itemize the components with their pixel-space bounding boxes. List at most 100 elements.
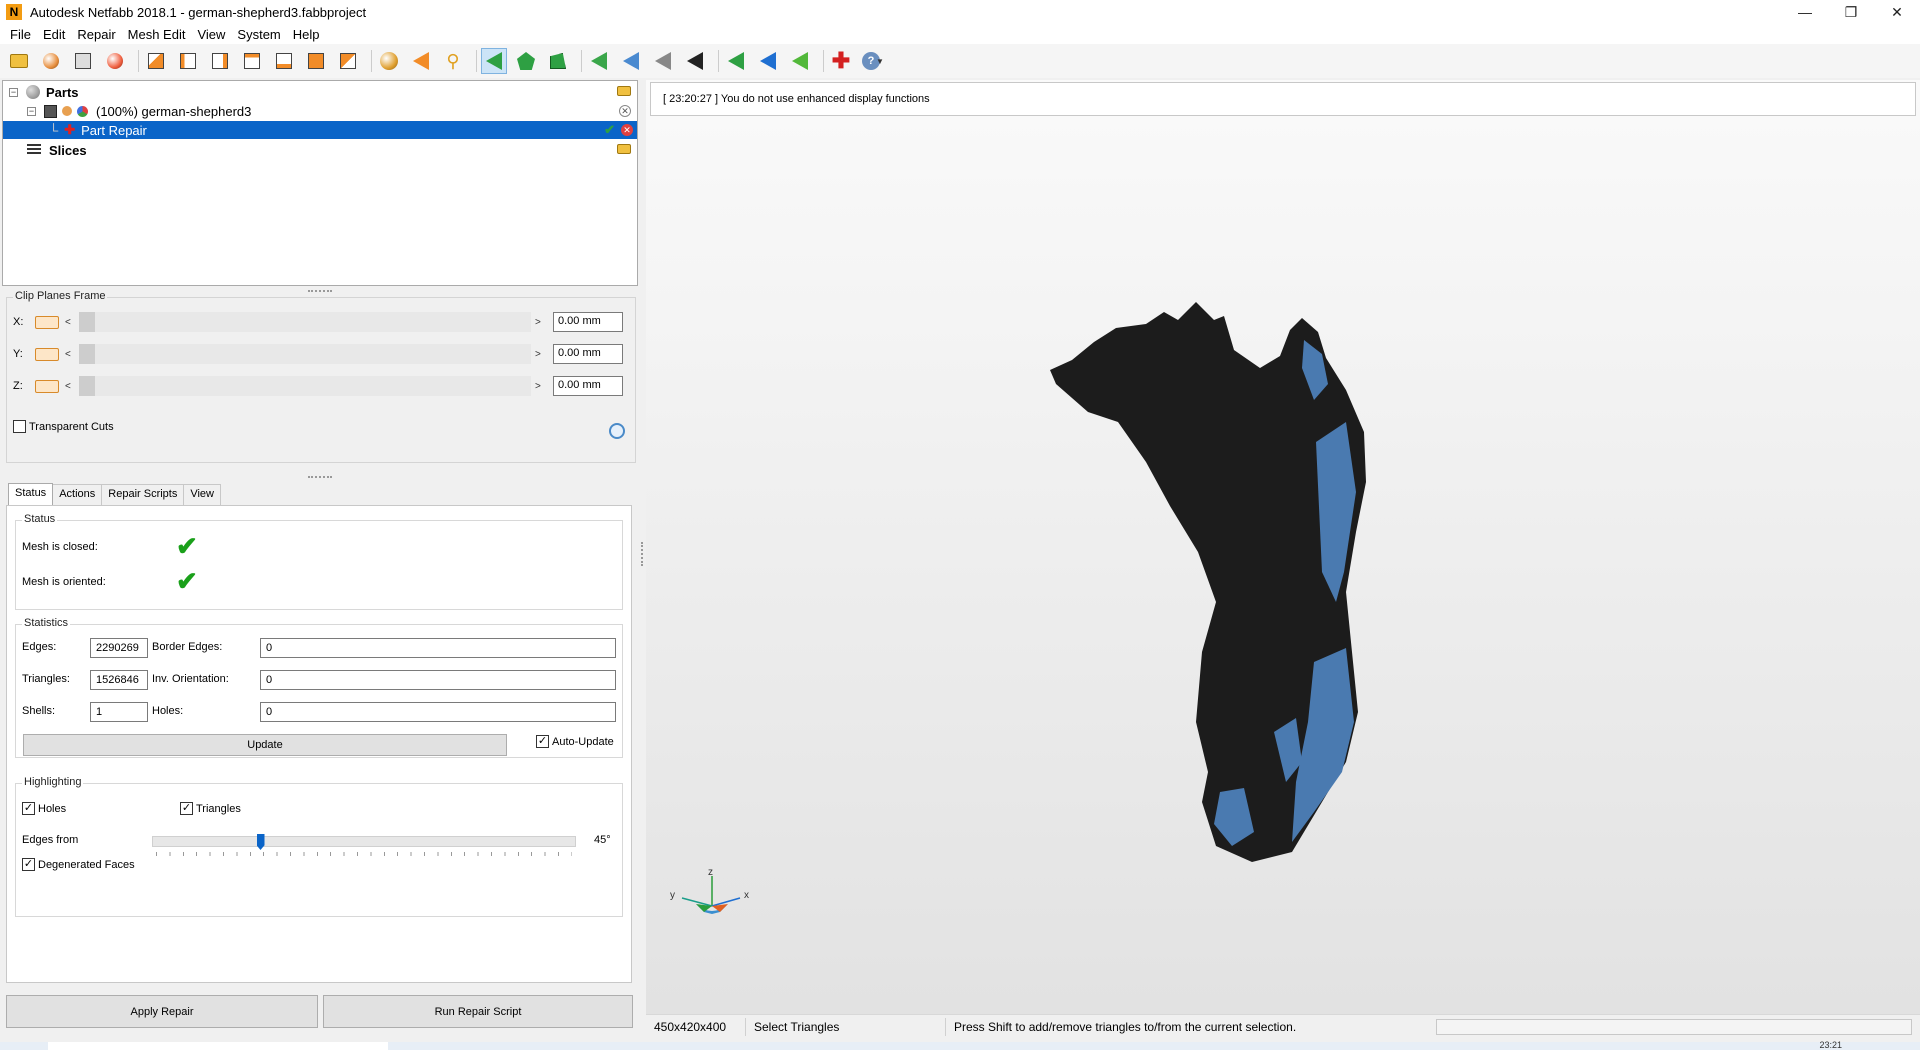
slider-thumb[interactable] [79,376,95,396]
menu-system[interactable]: System [231,27,286,42]
view-front-icon[interactable] [143,48,169,74]
clip-y-slider[interactable] [79,344,531,364]
triangles-label: Triangles: [22,673,70,685]
view-back-icon[interactable] [175,48,201,74]
highlight-holes-option[interactable]: ✓ Holes [22,802,66,815]
color-icon[interactable] [77,105,88,117]
transparent-cuts-option[interactable]: Transparent Cuts [13,420,114,433]
clip-y-toggle[interactable] [35,347,59,361]
new-repair-icon[interactable]: ✚ [828,48,854,74]
update-button[interactable]: Update [23,734,507,756]
slider-thumb[interactable] [79,344,95,364]
highlight-triangles-option[interactable]: ✓ Triangles [180,802,241,815]
clip-z-slider[interactable] [79,376,531,396]
add-part-icon[interactable] [38,48,64,74]
apply-repair-button[interactable]: Apply Repair [6,995,318,1028]
arrow-green-icon[interactable] [723,48,749,74]
shells-value: 1 [90,702,148,722]
visibility-icon[interactable] [62,106,72,116]
zoom-icon[interactable]: ⚲ [440,48,466,74]
border-edges-value: 0 [260,638,616,658]
tab-view[interactable]: View [183,484,221,506]
menu-help[interactable]: Help [287,27,326,42]
tab-actions[interactable]: Actions [52,484,103,506]
transparent-cuts-checkbox[interactable] [13,420,26,433]
triangle-green-icon[interactable] [586,48,612,74]
sphere-icon[interactable] [376,48,402,74]
clip-z-left-arrow[interactable]: < [65,381,75,392]
mesh-model[interactable] [1046,272,1466,862]
clip-y-right-arrow[interactable]: > [535,349,545,360]
highlight-holes-checkbox[interactable]: ✓ [22,802,35,815]
collapse-icon[interactable]: − [9,87,18,97]
menu-file[interactable]: File [4,27,37,42]
clip-x-left-arrow[interactable]: < [65,317,75,328]
view-right-icon[interactable] [239,48,265,74]
menu-repair[interactable]: Repair [71,27,121,42]
highlight-triangles-checkbox[interactable]: ✓ [180,802,193,815]
reset-clip-icon[interactable] [609,423,625,439]
view-left-icon[interactable] [207,48,233,74]
confirm-repair-icon[interactable]: ✔ [604,122,615,138]
minimize-button[interactable]: — [1782,0,1828,24]
taskbar-search[interactable] [48,1042,388,1050]
arrow-blue-icon[interactable] [755,48,781,74]
clip-z-toggle[interactable] [35,379,59,393]
main-toolbar: ⚲ ✚ ? ▼ [0,44,1920,78]
remove-part-icon[interactable]: ✕ [619,105,631,117]
transparent-cuts-label: Transparent Cuts [29,420,114,433]
clip-x-right-arrow[interactable]: > [535,317,545,328]
select-shell-icon[interactable] [545,48,571,74]
clip-x-toggle[interactable] [35,315,59,329]
splitter-handle[interactable] [2,474,638,480]
tree-parts-row[interactable]: − Parts [3,83,637,101]
clip-y-value[interactable]: 0.00 mm [553,344,623,364]
maximize-button[interactable]: ❐ [1828,0,1874,24]
tree-slices-row[interactable]: Slices [3,141,637,159]
tree-repair-row[interactable]: └ ✚ Part Repair ✔ ✕ [3,121,637,139]
close-button[interactable]: ✕ [1874,0,1920,24]
clip-x-value[interactable]: 0.00 mm [553,312,623,332]
slider-thumb[interactable] [79,312,95,332]
add-icon[interactable] [102,48,128,74]
auto-update-checkbox[interactable]: ✓ [536,735,549,748]
tab-repair-scripts[interactable]: Repair Scripts [101,484,185,506]
dimensions-readout: 450x420x400 [646,1017,746,1036]
arrow-green2-icon[interactable] [787,48,813,74]
triangle-black-icon[interactable] [682,48,708,74]
clip-x-slider[interactable] [79,312,531,332]
view-bottom-icon[interactable] [303,48,329,74]
parts-icon [26,85,40,99]
select-surface-icon[interactable] [513,48,539,74]
view-top-icon[interactable] [271,48,297,74]
menu-mesh-edit[interactable]: Mesh Edit [122,27,192,42]
select-triangles-icon[interactable] [481,48,507,74]
cancel-repair-icon[interactable]: ✕ [621,124,633,136]
repair-tabs: Status Actions Repair Scripts View [8,483,221,506]
create-icon[interactable] [70,48,96,74]
collapse-icon[interactable]: − [27,106,36,116]
menu-edit[interactable]: Edit [37,27,71,42]
view-iso-icon[interactable] [335,48,361,74]
clip-z-right-arrow[interactable]: > [535,381,545,392]
panel-splitter[interactable] [638,80,646,1028]
edges-from-slider[interactable] [152,834,576,850]
menu-view[interactable]: View [191,27,231,42]
open-folder-icon[interactable] [617,143,631,157]
open-project-icon[interactable] [6,48,32,74]
edges-from-label: Edges from [22,834,79,846]
triangle-blue-icon[interactable] [618,48,644,74]
clip-z-value[interactable]: 0.00 mm [553,376,623,396]
degenerated-faces-option[interactable]: ✓ Degenerated Faces [22,858,135,871]
3d-viewport[interactable]: [ 23:20:27 ] You do not use enhanced dis… [646,80,1920,1014]
tree-part-row[interactable]: − (100%) german-shepherd3 ✕ [3,102,637,120]
degenerated-faces-checkbox[interactable]: ✓ [22,858,35,871]
triangle-gray-icon[interactable] [650,48,676,74]
open-folder-icon[interactable] [617,85,631,99]
clip-y-left-arrow[interactable]: < [65,349,75,360]
run-repair-script-button[interactable]: Run Repair Script [323,995,633,1028]
help-icon[interactable]: ? ▼ [860,48,886,74]
arrow-left-icon[interactable] [408,48,434,74]
auto-update-option[interactable]: ✓ Auto-Update [536,735,614,748]
tab-status[interactable]: Status [8,483,54,505]
